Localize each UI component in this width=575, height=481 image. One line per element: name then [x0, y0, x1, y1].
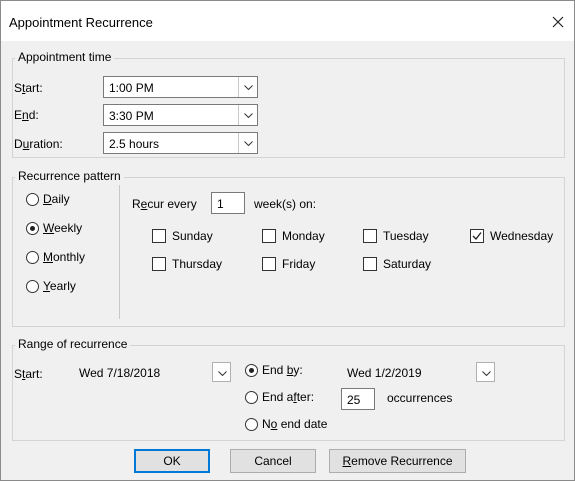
- checkbox-box: [363, 229, 377, 243]
- range-start-combo[interactable]: Wed 7/18/2018: [73, 361, 232, 383]
- radio-monthly[interactable]: Monthly: [26, 250, 111, 268]
- checkbox-tuesday[interactable]: Tuesday: [363, 228, 453, 246]
- checkbox-sunday[interactable]: Sunday: [152, 228, 242, 246]
- recur-every-label: Recur every: [132, 197, 197, 211]
- recur-every-value: 1: [217, 197, 224, 211]
- range-start-label: Start:: [14, 367, 43, 381]
- duration-combo[interactable]: 2.5 hours: [103, 132, 258, 154]
- appointment-time-group: [12, 58, 565, 158]
- radio-no-end-date-label: No end date: [262, 417, 328, 431]
- end-time-value: 3:30 PM: [109, 109, 154, 123]
- end-time-label: End:: [14, 108, 39, 122]
- radio-yearly[interactable]: Yearly: [26, 279, 106, 297]
- chevron-down-icon: [244, 85, 253, 90]
- chevron-down-icon: [482, 371, 491, 376]
- checkbox-monday-label: Monday: [282, 229, 325, 243]
- chevron-down-icon: [244, 113, 253, 118]
- checkbox-box: [152, 229, 166, 243]
- radio-weekly-label: Weekly: [43, 221, 83, 235]
- checkbox-wednesday[interactable]: Wednesday: [470, 228, 565, 246]
- checkbox-box: [262, 257, 276, 271]
- checkbox-saturday[interactable]: Saturday: [363, 256, 453, 274]
- checkbox-thursday-label: Thursday: [172, 257, 223, 271]
- end-by-date-combo[interactable]: Wed 1/2/2019: [341, 361, 496, 383]
- end-by-date-value: Wed 1/2/2019: [347, 366, 422, 380]
- radio-circle: [26, 222, 39, 235]
- weeks-on-label: week(s) on:: [254, 197, 317, 211]
- radio-circle: [26, 193, 39, 206]
- start-time-combo[interactable]: 1:00 PM: [103, 76, 258, 98]
- radio-circle: [26, 280, 39, 293]
- dialog-title: Appointment Recurrence: [9, 15, 153, 30]
- radio-circle: [245, 364, 258, 377]
- start-time-label: Start:: [14, 81, 43, 95]
- checkbox-wednesday-label: Wednesday: [490, 229, 554, 243]
- title-bar: Appointment Recurrence: [1, 1, 574, 41]
- radio-circle: [245, 418, 258, 431]
- radio-end-by[interactable]: End by:: [245, 363, 335, 381]
- checkbox-box: [262, 229, 276, 243]
- duration-label: Duration:: [14, 137, 63, 151]
- chevron-down-icon: [244, 141, 253, 146]
- recur-every-input[interactable]: 1: [211, 192, 245, 214]
- checkbox-thursday[interactable]: Thursday: [152, 256, 242, 274]
- checkbox-saturday-label: Saturday: [383, 257, 432, 271]
- checkbox-box: [363, 257, 377, 271]
- radio-monthly-label: Monthly: [43, 250, 86, 264]
- occurrences-label: occurrences: [387, 391, 453, 405]
- checkbox-box: [152, 257, 166, 271]
- close-icon: [552, 16, 564, 28]
- radio-daily-label: Daily: [43, 192, 70, 206]
- radio-yearly-label: Yearly: [43, 279, 76, 293]
- start-time-dropdown-button[interactable]: [238, 77, 257, 97]
- duration-value: 2.5 hours: [109, 137, 160, 151]
- close-button[interactable]: [546, 10, 570, 34]
- radio-weekly[interactable]: Weekly: [26, 221, 106, 239]
- checkbox-friday[interactable]: Friday: [262, 256, 352, 274]
- radio-circle: [245, 391, 258, 404]
- appointment-time-title: Appointment time: [15, 50, 115, 64]
- checkbox-monday[interactable]: Monday: [262, 228, 352, 246]
- chevron-down-icon: [218, 371, 227, 376]
- appointment-recurrence-dialog: Appointment Recurrence Appointment time …: [0, 0, 575, 481]
- checkbox-box: [470, 229, 484, 243]
- radio-end-after-label: End after:: [262, 390, 315, 404]
- radio-no-end-date[interactable]: No end date: [245, 417, 345, 435]
- radio-daily[interactable]: Daily: [26, 192, 106, 210]
- range-start-dropdown-button[interactable]: [212, 362, 231, 382]
- ok-button[interactable]: OK: [134, 449, 210, 473]
- checkmark-icon: [472, 232, 482, 240]
- start-time-value: 1:00 PM: [109, 81, 154, 95]
- occurrences-value: 25: [347, 393, 361, 407]
- checkbox-tuesday-label: Tuesday: [383, 229, 429, 243]
- checkbox-friday-label: Friday: [282, 257, 316, 271]
- range-of-recurrence-title: Range of recurrence: [15, 337, 131, 351]
- occurrences-input[interactable]: 25: [341, 388, 375, 410]
- end-time-dropdown-button[interactable]: [238, 105, 257, 125]
- pattern-divider: [119, 185, 120, 319]
- checkbox-sunday-label: Sunday: [172, 229, 213, 243]
- end-time-combo[interactable]: 3:30 PM: [103, 104, 258, 126]
- recurrence-pattern-title: Recurrence pattern: [15, 169, 124, 183]
- radio-circle: [26, 251, 39, 264]
- remove-recurrence-button[interactable]: Remove Recurrence: [329, 449, 466, 473]
- cancel-button[interactable]: Cancel: [230, 449, 316, 473]
- end-by-dropdown-button[interactable]: [476, 362, 495, 382]
- radio-end-by-label: End by:: [262, 363, 303, 377]
- radio-selected-dot: [249, 368, 254, 373]
- range-start-value: Wed 7/18/2018: [79, 366, 161, 380]
- radio-end-after[interactable]: End after:: [245, 390, 340, 408]
- duration-dropdown-button[interactable]: [238, 133, 257, 153]
- radio-selected-dot: [30, 226, 35, 231]
